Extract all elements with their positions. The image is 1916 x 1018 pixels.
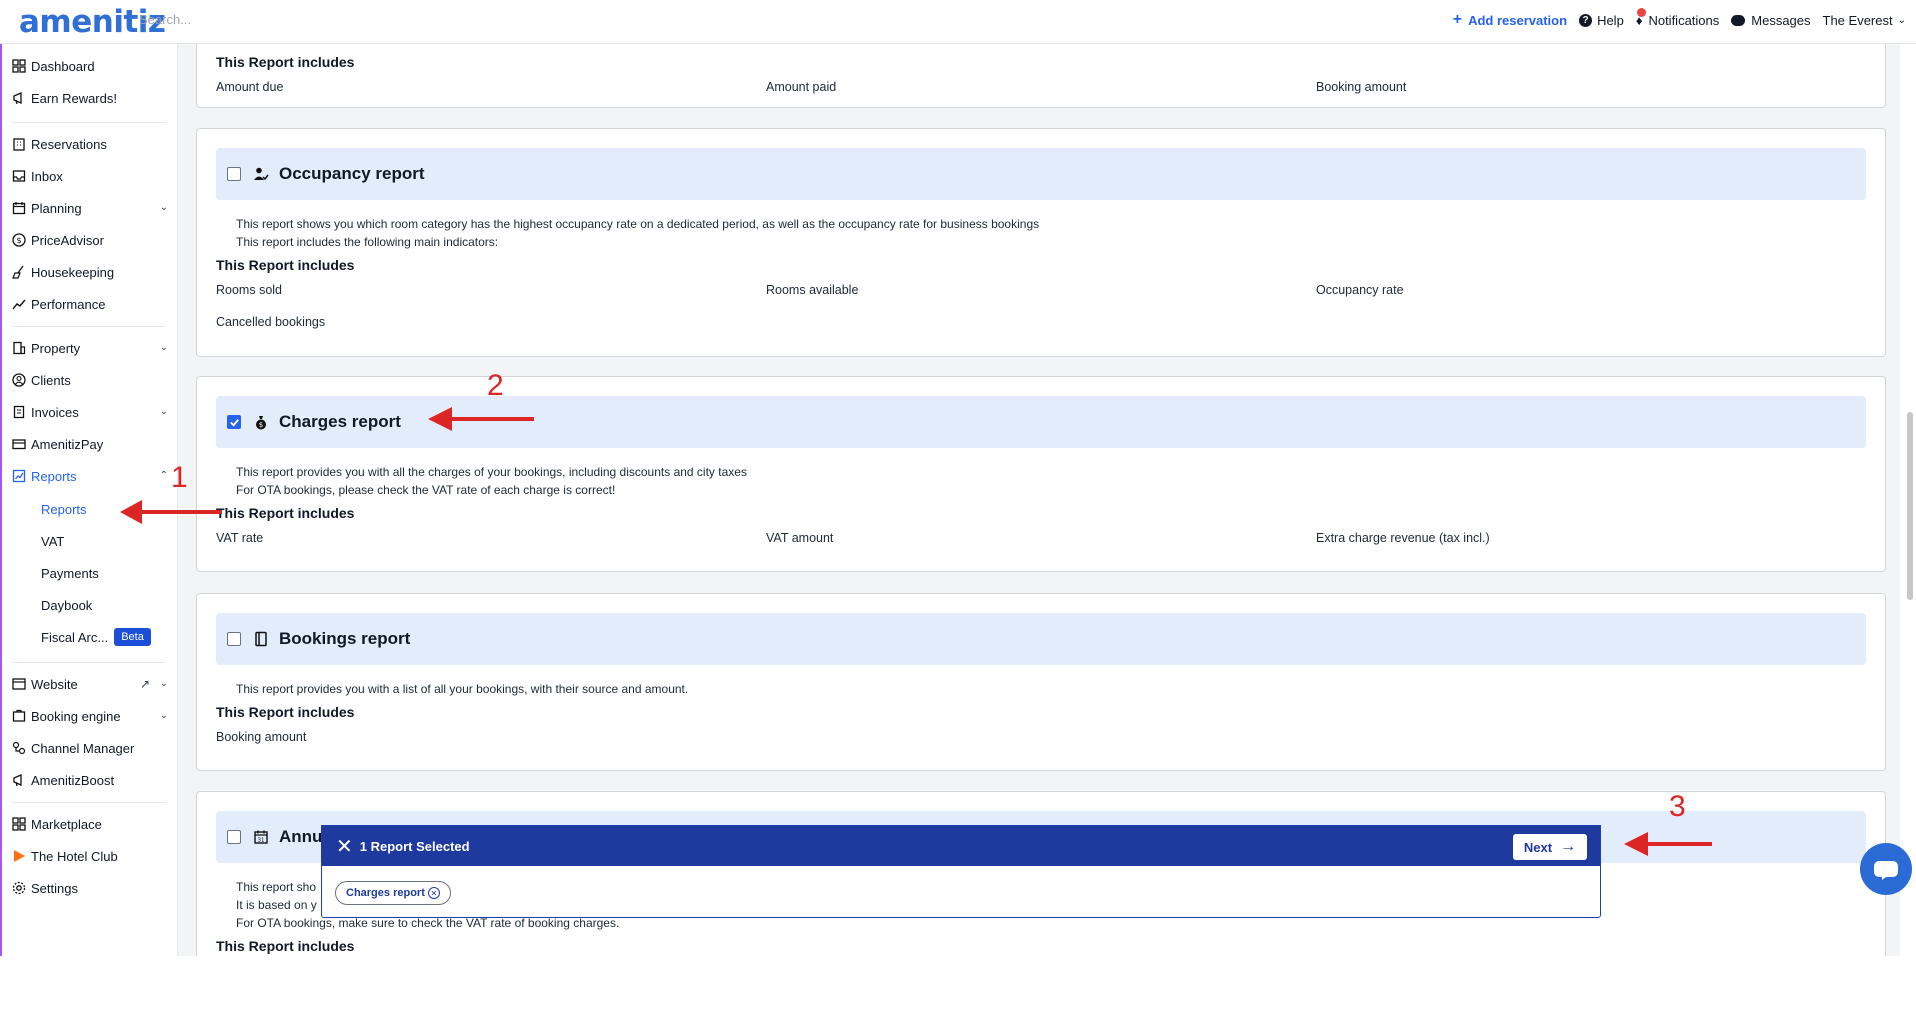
annotation-arrow-3 xyxy=(1624,832,1712,856)
annotation-arrow-2 xyxy=(428,407,534,431)
annotation-number-1: 1 xyxy=(171,461,188,494)
annotation-number-3: 3 xyxy=(1669,790,1686,823)
annotation-layer xyxy=(120,407,1712,856)
annotation-arrow-1 xyxy=(120,500,222,524)
annotation-number-2: 2 xyxy=(487,369,504,402)
